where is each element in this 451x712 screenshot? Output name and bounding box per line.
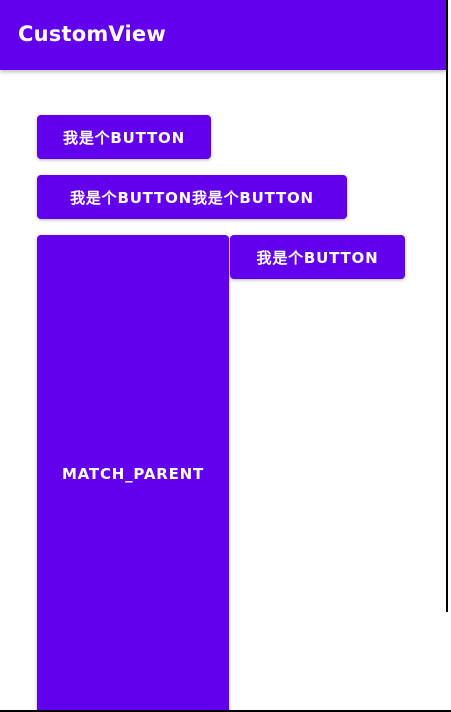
app-screen: CustomView 我是个BUTTON 我是个BUTTON我是个BUTTON … (0, 0, 451, 712)
app-title: CustomView (18, 22, 166, 46)
button-1[interactable]: 我是个BUTTON (37, 115, 211, 159)
match-parent-button[interactable]: MATCH_PARENT (37, 235, 229, 712)
app-bar: CustomView (0, 0, 446, 70)
button-3[interactable]: 我是个BUTTON (230, 235, 405, 279)
window-right-edge (446, 0, 448, 612)
button-2[interactable]: 我是个BUTTON我是个BUTTON (37, 175, 347, 219)
